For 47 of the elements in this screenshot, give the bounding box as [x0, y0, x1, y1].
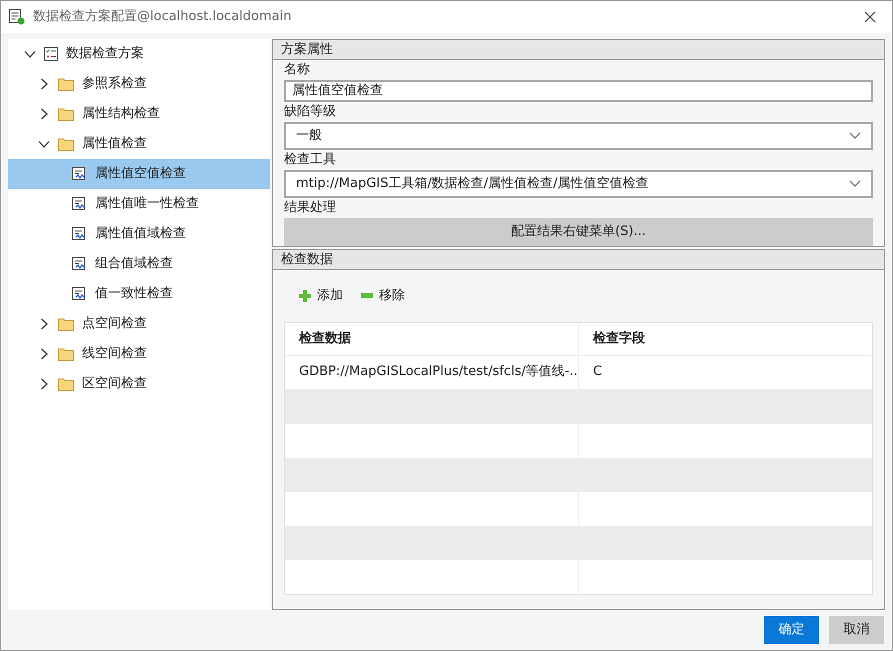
folder-icon: [58, 317, 74, 331]
folder-icon: [58, 377, 74, 391]
cancel-button[interactable]: 取消: [829, 616, 884, 644]
add-button[interactable]: 添加: [299, 286, 343, 306]
field-label: 名称: [284, 62, 311, 78]
group-header: 检查数据: [273, 250, 884, 270]
configure-menu-button[interactable]: 配置结果右键菜单(S)...: [284, 218, 873, 246]
field-label: 检查工具: [284, 152, 337, 168]
tree-item[interactable]: 属性值唯一性检查: [8, 189, 270, 219]
folder-icon: [58, 137, 74, 151]
close-icon[interactable]: [864, 11, 876, 23]
chart-check-icon: [72, 257, 87, 271]
chart-check-icon: [72, 227, 87, 241]
tree-item[interactable]: 线空间检查: [8, 339, 270, 369]
tree-item[interactable]: 组合值域检查: [8, 249, 270, 279]
tree-item[interactable]: 属性值空值检查: [8, 159, 270, 189]
group-header: 方案属性: [273, 40, 884, 60]
folder-icon: [58, 77, 74, 91]
tree-item[interactable]: 属性值检查: [8, 129, 270, 159]
checklist-icon: [44, 47, 58, 61]
field-label: 结果处理: [284, 200, 337, 216]
column-header[interactable]: 检查字段: [579, 322, 872, 354]
tree-item[interactable]: 区空间检查: [8, 369, 270, 399]
tree-item[interactable]: 数据检查方案: [8, 39, 270, 69]
table-cell-text: C: [592, 363, 604, 382]
plus-icon: [299, 290, 311, 302]
tree-item[interactable]: 属性结构检查: [8, 99, 270, 129]
tree-item[interactable]: 参照系检查: [8, 69, 270, 99]
table-cell: GDBP://MapGISLocalPlus/test/sfcls/等值线-...: [285, 356, 579, 388]
chart-check-icon: [72, 167, 87, 181]
tree-item[interactable]: 属性值值域检查: [8, 219, 270, 249]
folder-icon: [58, 107, 74, 121]
app-icon: [9, 9, 25, 25]
field-label: 缺陷等级: [284, 104, 337, 120]
remove-button[interactable]: 移除: [361, 286, 405, 306]
chart-check-icon: [72, 197, 87, 211]
folder-icon: [58, 347, 74, 361]
tree-item[interactable]: 点空间检查: [8, 309, 270, 339]
column-header[interactable]: 检查数据: [285, 322, 579, 354]
minus-icon: [361, 293, 373, 298]
window-title: 数据检查方案配置@localhost.localdomain: [33, 8, 292, 26]
tool-dropdown[interactable]: mtip://MapGIS工具箱/数据检查/属性值检查/属性值空值检查: [284, 170, 873, 198]
tree-item[interactable]: 值一致性检查: [8, 279, 270, 309]
chart-check-icon: [72, 287, 87, 301]
level-dropdown[interactable]: 一般: [284, 122, 873, 150]
ok-button[interactable]: 确定: [764, 616, 819, 644]
name-field[interactable]: 属性值空值检查: [284, 80, 873, 102]
